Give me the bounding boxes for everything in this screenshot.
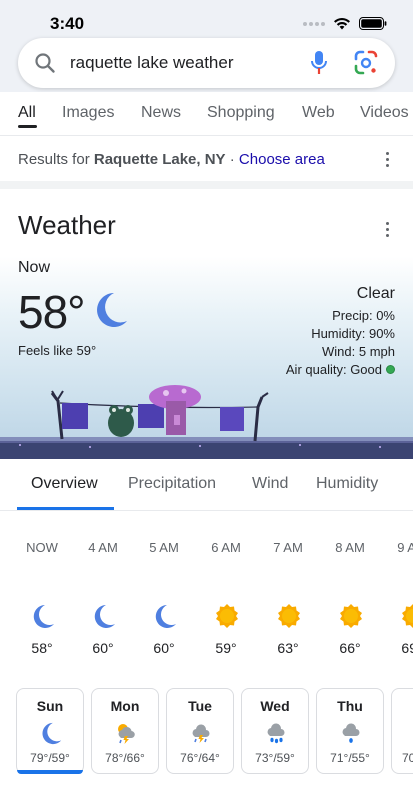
section-divider xyxy=(0,181,413,189)
results-prefix: Results for xyxy=(18,151,94,168)
day-temps: 73°/59° xyxy=(255,751,295,765)
day-card-wed[interactable]: Wed 73°/59° xyxy=(241,688,309,774)
hour-time: 4 AM xyxy=(88,540,118,555)
air-quality-row: Air quality: Good xyxy=(286,361,395,379)
hour-temp: 60° xyxy=(153,640,175,656)
hour-time: 7 AM xyxy=(273,540,303,555)
day-name: Wed xyxy=(260,698,290,714)
tab-web[interactable]: Web xyxy=(302,104,335,122)
hour-temp: 66° xyxy=(339,640,361,656)
mic-icon[interactable] xyxy=(309,49,329,77)
now-label: Now xyxy=(18,259,51,276)
hour-time: 5 AM xyxy=(149,540,179,555)
hour-temp: 69° xyxy=(401,640,413,656)
moon-icon xyxy=(33,605,54,628)
tab-news[interactable]: News xyxy=(141,104,181,122)
hour-time: 8 AM xyxy=(335,540,365,555)
sun-icon xyxy=(278,604,300,628)
thunderstorm-icon xyxy=(192,724,210,743)
conditions-block: Clear Precip: 0% Humidity: 90% Wind: 5 m… xyxy=(286,285,395,379)
weather-title: Weather xyxy=(18,210,116,240)
tab-videos[interactable]: Videos xyxy=(360,104,409,122)
hour-temp: 59° xyxy=(215,640,237,656)
weather-card: Weather Now 58° Feels like 59° Clear Pre… xyxy=(0,189,413,459)
subtab-precipitation[interactable]: Precipitation xyxy=(128,475,216,493)
results-separator: · xyxy=(225,151,239,168)
moon-icon xyxy=(97,293,127,327)
day-active-indicator xyxy=(17,770,83,774)
tab-images[interactable]: Images xyxy=(62,104,114,122)
wifi-icon xyxy=(334,17,350,30)
subtab-humidity[interactable]: Humidity xyxy=(316,475,378,493)
rain-icon xyxy=(267,723,285,744)
day-temps: 76°/64° xyxy=(180,751,220,765)
weather-subtabs: Overview Precipitation Wind Humidity xyxy=(0,459,413,511)
humidity-value: Humidity: 90% xyxy=(311,326,395,341)
hour-time: 6 AM xyxy=(211,540,241,555)
signal-icon xyxy=(303,21,325,26)
subtab-wind[interactable]: Wind xyxy=(252,475,288,493)
wind-value: Wind: 5 mph xyxy=(322,344,395,359)
tab-shopping[interactable]: Shopping xyxy=(207,104,275,122)
results-place: Raquette Lake, NY xyxy=(93,151,226,168)
daily-forecast: Sun 79°/59° Mon 78°/66° Tue 76°/64° Wed … xyxy=(0,688,413,788)
search-input[interactable]: raquette lake weather xyxy=(70,53,234,73)
day-name: Mon xyxy=(110,698,140,714)
weather-more-icon[interactable] xyxy=(386,222,389,237)
search-tabs: All Images News Shopping Web Videos xyxy=(0,92,413,136)
search-bar[interactable]: raquette lake weather xyxy=(18,38,395,88)
hour-time: NOW xyxy=(26,540,58,555)
sun-icon xyxy=(340,604,362,628)
precip-value: Precip: 0% xyxy=(332,308,395,323)
status-icons xyxy=(303,17,387,30)
day-temps: 70° xyxy=(402,751,413,765)
condition-label: Clear xyxy=(356,285,395,302)
feels-like: Feels like 59° xyxy=(18,343,97,358)
day-name: Tue xyxy=(188,698,212,714)
sun-icon xyxy=(216,604,238,628)
day-name: Sun xyxy=(36,698,64,714)
search-icon[interactable] xyxy=(34,52,56,74)
hour-temp: 58° xyxy=(31,640,53,656)
day-card-thu[interactable]: Thu 71°/55° xyxy=(316,688,384,774)
day-temps: 79°/59° xyxy=(30,751,70,765)
moon-icon xyxy=(94,605,115,628)
air-quality-dot-icon xyxy=(386,365,395,374)
day-temps: 78°/66° xyxy=(105,751,145,765)
weather-illustration xyxy=(0,385,413,459)
day-card-fri[interactable]: 70° xyxy=(391,688,413,774)
subtab-active-indicator xyxy=(17,507,114,510)
results-for-text: Results for Raquette Lake, NY · Choose a… xyxy=(18,151,325,168)
day-card-sun[interactable]: Sun 79°/59° xyxy=(16,688,84,774)
choose-area-link[interactable]: Choose area xyxy=(239,151,325,168)
google-lens-icon[interactable] xyxy=(353,49,379,77)
moon-icon xyxy=(155,605,176,628)
tab-all[interactable]: All xyxy=(18,104,36,122)
thunderstorm-icon xyxy=(118,724,135,744)
day-card-tue[interactable]: Tue 76°/64° xyxy=(166,688,234,774)
day-temps: 71°/55° xyxy=(330,751,370,765)
tab-active-indicator xyxy=(18,125,37,128)
search-area: raquette lake weather xyxy=(0,30,413,92)
results-more-icon[interactable] xyxy=(386,152,389,167)
rain-icon xyxy=(342,723,360,743)
day-name: Thu xyxy=(337,698,363,714)
results-for-row: Results for Raquette Lake, NY · Choose a… xyxy=(0,137,413,181)
subtab-overview[interactable]: Overview xyxy=(31,475,98,493)
battery-icon xyxy=(359,17,387,30)
air-quality-value: Air quality: Good xyxy=(285,362,382,377)
hour-temp: 63° xyxy=(277,640,299,656)
current-temperature: 58° xyxy=(18,286,86,338)
sun-icon xyxy=(402,604,413,628)
moon-icon xyxy=(42,722,62,745)
hourly-forecast[interactable]: NOW 58° 4 AM 60° 5 AM 60° 6 AM 59° 7 AM … xyxy=(0,511,413,676)
hour-time: 9 AM xyxy=(397,540,413,555)
hour-temp: 60° xyxy=(92,640,114,656)
day-card-mon[interactable]: Mon 78°/66° xyxy=(91,688,159,774)
